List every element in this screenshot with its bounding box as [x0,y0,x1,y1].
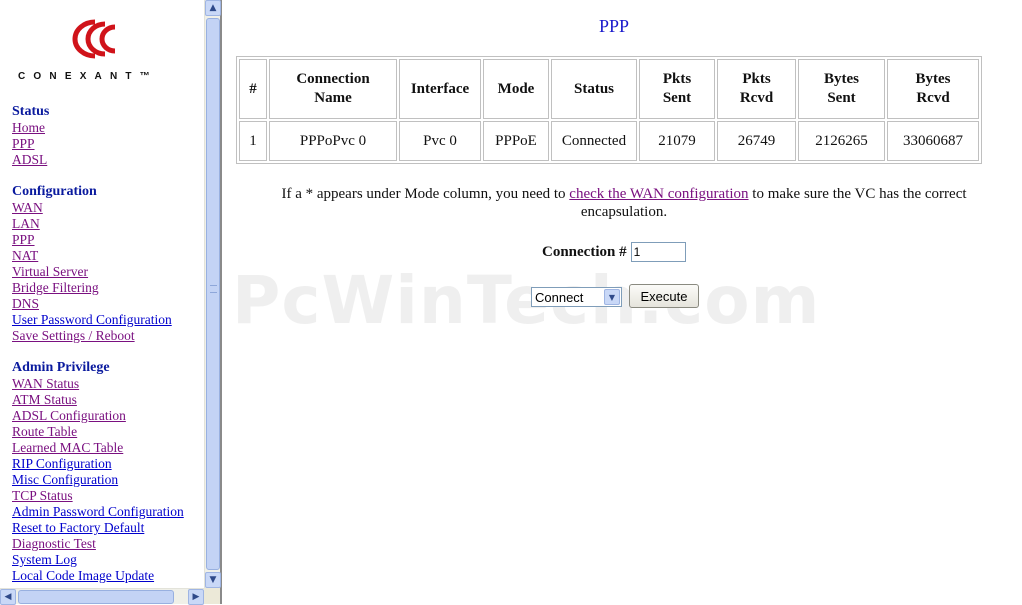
scroll-down-icon[interactable]: ▼ [205,572,221,588]
cell-connection-name: PPPoPvc 0 [269,121,397,161]
sidebar-item-wan-status[interactable]: WAN Status [12,376,184,392]
sidebar-item-user-password-configuration[interactable]: User Password Configuration [12,312,172,328]
connection-number-input[interactable] [630,242,686,262]
sidebar-item-adsl-configuration[interactable]: ADSL Configuration [12,408,184,424]
sidebar-item-reset-to-factory-default[interactable]: Reset to Factory Default [12,520,184,536]
page-title: PPP [598,16,630,36]
connection-number-row: Connection # [542,242,686,262]
column-header-pkts-rcvd: Pkts Rcvd [717,59,796,119]
vertical-scroll-thumb[interactable] [206,18,220,570]
cell-number: 1 [239,121,267,161]
sidebar-item-system-log[interactable]: System Log [12,552,184,568]
grip-icon [210,285,217,293]
sidebar-item-diagnostic-test[interactable]: Diagnostic Test [12,536,184,552]
horizontal-scroll-thumb[interactable] [18,590,174,604]
table-row: 1 PPPoPvc 0 Pvc 0 PPPoE Connected 21079 … [239,121,979,161]
connection-action-value: Connect [535,290,584,305]
scrollbar-corner [204,588,220,604]
sidebar-section: Status Home PPP ADSL [12,104,49,168]
connection-number-label: Connection # [542,243,627,260]
cell-mode: PPPoE [483,121,549,161]
scroll-up-icon[interactable]: ▲ [205,0,221,16]
scroll-right-icon[interactable]: ▶ [188,589,204,605]
sidebar-item-misc-configuration[interactable]: Misc Configuration [12,472,184,488]
note-text-before: If a * appears under Mode column, you ne… [281,186,570,202]
sidebar-item-adsl[interactable]: ADSL [12,152,49,168]
chevron-down-icon[interactable]: ▼ [604,289,620,305]
watermark: PcWinTech.com [232,262,821,339]
sidebar-item-bridge-filtering[interactable]: Bridge Filtering [12,280,172,296]
table-header-row: # Connection Name Interface Mode Status P… [239,59,979,119]
sidebar-item-ppp[interactable]: PPP [12,136,49,152]
sidebar-item-rip-configuration[interactable]: RIP Configuration [12,456,184,472]
navigation-frame: CONEXANT™ Status Home PPP ADSL Configuration… [0,0,222,605]
sidebar-item-lan[interactable]: LAN [12,216,172,232]
check-wan-configuration-link[interactable]: check the WAN configuration [569,186,748,202]
cell-pkts-rcvd: 26749 [717,121,796,161]
sidebar-item-learned-mac-table[interactable]: Learned MAC Table [12,440,184,456]
ppp-connections-table: # Connection Name Interface Mode Status P… [236,56,982,164]
horizontal-scrollbar[interactable]: ◀ ▶ [0,588,204,605]
navigation-content: CONEXANT™ Status Home PPP ADSL Configuration… [0,0,204,588]
cell-bytes-sent: 2126265 [798,121,885,161]
sidebar-section-heading: Configuration [12,184,97,199]
cell-interface: Pvc 0 [399,121,481,161]
sidebar-section: Configuration WAN LAN PPP NAT Virtual Server B… [12,184,172,344]
execute-button[interactable]: Execute [629,284,699,308]
connection-action-select[interactable]: Connect ▼ [531,287,622,307]
sidebar-item-nat[interactable]: NAT [12,248,172,264]
sidebar-item-virtual-server[interactable]: Virtual Server [12,264,172,280]
sidebar-item-wan[interactable]: WAN [12,200,172,216]
brand-logo: CONEXANT™ [0,0,204,98]
sidebar-item-tcp-status[interactable]: TCP Status [12,488,184,504]
conexant-logo-icon [72,19,116,59]
cell-bytes-rcvd: 33060687 [887,121,979,161]
sidebar-item-atm-status[interactable]: ATM Status [12,392,184,408]
column-header-mode: Mode [483,59,549,119]
wan-config-note: If a * appears under Mode column, you ne… [254,185,994,221]
sidebar-item-save-settings-reboot[interactable]: Save Settings / Reboot [12,328,172,344]
vertical-scrollbar[interactable]: ▲ ▼ [204,0,221,588]
sidebar-item-local-code-image-update[interactable]: Local Code Image Update [12,568,184,584]
sidebar-item-dns[interactable]: DNS [12,296,172,312]
cell-status: Connected [551,121,637,161]
column-header-number: # [239,59,267,119]
main-frame: PcWinTech.com PPP # Connection Name Inter… [224,0,1022,604]
column-header-bytes-sent: Bytes Sent [798,59,885,119]
sidebar-section: Admin Privilege WAN Status ATM Status ADSL … [12,360,184,584]
column-header-pkts-sent: Pkts Sent [639,59,715,119]
sidebar-item-ppp[interactable]: PPP [12,232,172,248]
column-header-interface: Interface [399,59,481,119]
column-header-bytes-rcvd: Bytes Rcvd [887,59,979,119]
brand-name: CONEXANT™ [18,71,158,82]
sidebar-item-route-table[interactable]: Route Table [12,424,184,440]
sidebar-section-heading: Status [12,104,50,119]
sidebar-item-admin-password-configuration[interactable]: Admin Password Configuration [12,504,184,520]
sidebar-section-heading: Admin Privilege [12,360,110,375]
column-header-connection-name: Connection Name [269,59,397,119]
cell-pkts-sent: 21079 [639,121,715,161]
sidebar-item-home[interactable]: Home [12,120,49,136]
column-header-status: Status [551,59,637,119]
scroll-left-icon[interactable]: ◀ [0,589,16,605]
